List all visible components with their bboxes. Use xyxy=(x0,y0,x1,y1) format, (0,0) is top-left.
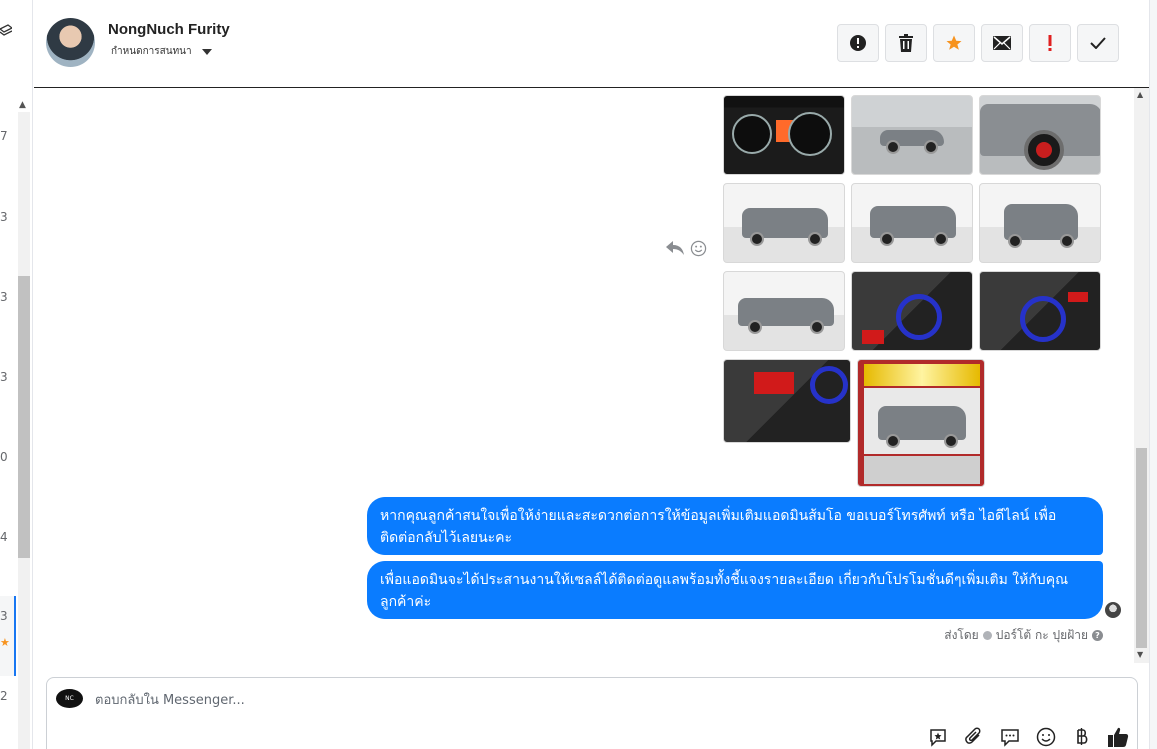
saved-reply-button[interactable] xyxy=(927,726,949,748)
reply-composer: NC xyxy=(46,677,1138,749)
exclamation-icon xyxy=(1048,35,1052,51)
right-edge xyxy=(1149,0,1157,749)
page-logo: NC xyxy=(56,689,83,708)
sent-by-label: ส่งโดย xyxy=(944,628,979,642)
photo-car-front[interactable] xyxy=(723,183,845,263)
list-count: 0 xyxy=(0,450,8,464)
scroll-up-arrow-icon[interactable]: ▲ xyxy=(1137,90,1143,99)
photo-interior-console[interactable] xyxy=(723,359,851,443)
comment-icon xyxy=(1001,729,1019,747)
attach-button[interactable] xyxy=(963,726,985,748)
comment-button[interactable] xyxy=(999,726,1021,748)
star-icon xyxy=(946,35,962,50)
envelope-icon xyxy=(993,36,1011,50)
photo-car-rear-side[interactable] xyxy=(723,271,845,351)
seen-avatar xyxy=(1105,602,1121,618)
react-emoji-icon[interactable] xyxy=(690,240,707,257)
important-button[interactable] xyxy=(1029,24,1071,62)
photo-interior-steering[interactable] xyxy=(851,271,973,351)
photo-car-side[interactable] xyxy=(851,95,973,175)
caret-down-icon xyxy=(201,48,212,55)
star-button[interactable] xyxy=(933,24,975,62)
list-count: 3 xyxy=(0,210,8,224)
assign-label: กำหนดการสนทนา xyxy=(111,46,192,57)
message-bubble[interactable]: หากคุณลูกค้าสนใจเพื่อให้ง่ายและสะดวกต่อก… xyxy=(367,497,1103,555)
photo-interior-dash[interactable] xyxy=(979,271,1101,351)
list-count: 3 xyxy=(0,290,8,304)
help-icon[interactable]: ? xyxy=(1092,630,1103,641)
layers-icon[interactable] xyxy=(0,24,12,38)
star-icon: ★ xyxy=(0,636,10,649)
done-button[interactable] xyxy=(1077,24,1119,62)
trash-icon xyxy=(899,34,913,52)
photo-promo-ad[interactable] xyxy=(857,359,985,487)
photo-car-rear[interactable] xyxy=(979,183,1101,263)
list-count: 4 xyxy=(0,530,8,544)
scroll-down-arrow-icon[interactable]: ▼ xyxy=(1137,650,1143,659)
baht-icon xyxy=(1077,728,1088,745)
scroll-up-arrow-icon[interactable]: ▲ xyxy=(19,100,29,110)
saved-reply-icon xyxy=(930,729,946,747)
mark-unread-button[interactable] xyxy=(981,24,1023,62)
list-scrollbar-thumb[interactable] xyxy=(18,276,30,558)
list-count: 3 xyxy=(0,370,8,384)
list-count: 3 xyxy=(0,609,8,623)
conversation-list-strip: ▲ 7 3 3 3 0 4 3 ★ 2 xyxy=(0,0,33,749)
mark-spam-button[interactable] xyxy=(837,24,879,62)
emoji-icon xyxy=(1036,727,1056,747)
message-bubble[interactable]: เพื่อแอดมินจะได้ประสานงานให้เซลล์ได้ติดต… xyxy=(367,561,1103,619)
photo-car-wheel[interactable] xyxy=(979,95,1101,175)
avatar[interactable] xyxy=(46,18,95,67)
reply-input[interactable] xyxy=(95,690,795,710)
alert-circle-icon xyxy=(850,35,866,51)
delete-button[interactable] xyxy=(885,24,927,62)
thumbs-up-icon xyxy=(1108,727,1129,747)
sender-avatar-icon xyxy=(982,631,992,640)
check-icon xyxy=(1090,37,1106,49)
payment-button[interactable] xyxy=(1071,726,1093,748)
emoji-button[interactable] xyxy=(1035,726,1057,748)
sender-name[interactable]: ปอร์โต้ กะ ปุยฝ้าย xyxy=(996,626,1088,645)
reply-icon[interactable] xyxy=(665,239,685,257)
photo-dashboard[interactable] xyxy=(723,95,845,175)
contact-name[interactable]: NongNuch Furity xyxy=(108,21,230,38)
like-button[interactable] xyxy=(1107,726,1129,748)
header-actions xyxy=(837,24,1119,62)
photo-car-rear-angle[interactable] xyxy=(851,183,973,263)
messenger-inbox: ▲ 7 3 3 3 0 4 3 ★ 2 NongNuch Furity กำหน… xyxy=(0,0,1157,749)
list-count: 7 xyxy=(0,129,8,143)
conversation-header: NongNuch Furity กำหนดการสนทนา xyxy=(34,0,1149,88)
assign-conversation-dropdown[interactable]: กำหนดการสนทนา xyxy=(111,44,212,59)
composer-tools xyxy=(927,726,1129,748)
thread-scrollbar[interactable]: ▲ ▼ xyxy=(1134,88,1149,663)
sent-by-info: ส่งโดย ปอร์โต้ กะ ปุยฝ้าย ? xyxy=(944,626,1103,645)
thread-scrollbar-thumb[interactable] xyxy=(1136,448,1147,648)
list-count: 2 xyxy=(0,689,8,703)
attachment-icon xyxy=(965,727,981,744)
